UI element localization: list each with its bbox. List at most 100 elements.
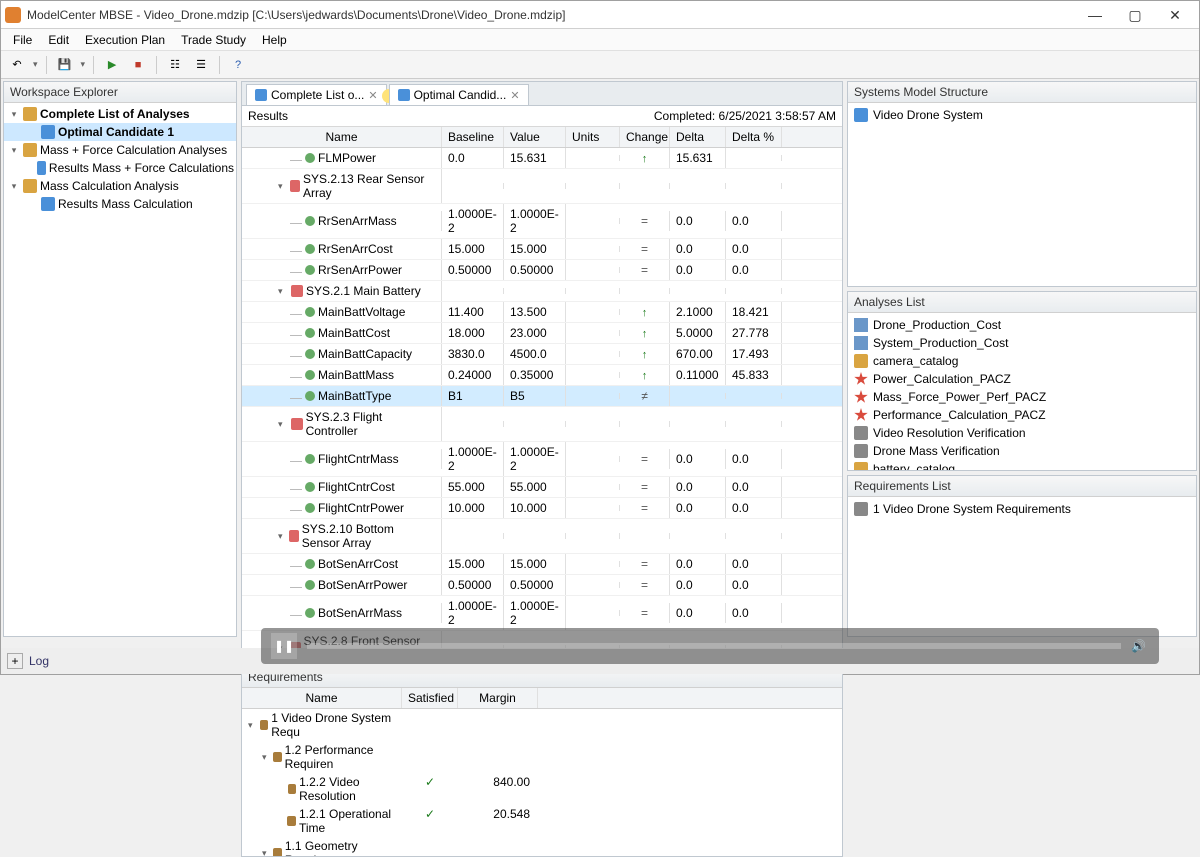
tab-label: Complete List o... xyxy=(271,88,364,102)
stop-button[interactable]: ■ xyxy=(128,55,148,75)
results-data-row[interactable]: FLMPower0.015.631↑15.631 xyxy=(242,148,842,169)
tab-icon xyxy=(398,89,410,101)
results-data-row[interactable]: MainBattMass0.240000.35000↑0.1100045.833 xyxy=(242,365,842,386)
minimize-button[interactable]: — xyxy=(1075,2,1115,28)
req-col-satisfied[interactable]: Satisfied xyxy=(402,688,458,708)
analysis-item[interactable]: battery_catalog xyxy=(852,460,1192,470)
workspace-tree[interactable]: ▾Complete List of AnalysesOptimal Candid… xyxy=(4,103,236,636)
analysis-item[interactable]: Power_Calculation_PACZ xyxy=(852,370,1192,388)
col-value[interactable]: Value xyxy=(504,127,566,147)
requirement-row[interactable]: 1.2.2 Video Resolution✓840.00 xyxy=(242,773,842,805)
tab-label: Optimal Candid... xyxy=(414,88,507,102)
menu-edit[interactable]: Edit xyxy=(40,31,77,49)
analysis-item[interactable]: Mass_Force_Power_Perf_PACZ xyxy=(852,388,1192,406)
analysis-item[interactable]: System_Production_Cost xyxy=(852,334,1192,352)
results-data-row[interactable]: MainBattTypeB1B5≠ xyxy=(242,386,842,407)
save-button[interactable]: 💾 xyxy=(55,55,75,75)
volume-icon[interactable]: 🔊 xyxy=(1131,639,1149,653)
results-data-row[interactable]: FlightCntrPower10.00010.000=0.00.0 xyxy=(242,498,842,519)
requirement-row[interactable]: ▾1.2 Performance Requiren xyxy=(242,741,842,773)
col-deltapct[interactable]: Delta % xyxy=(726,127,782,147)
reqlist-item[interactable]: 1 Video Drone System Requirements xyxy=(852,500,1192,518)
results-data-row[interactable]: MainBattCapacity3830.04500.0↑670.0017.49… xyxy=(242,344,842,365)
tab-close-icon[interactable]: ✕ xyxy=(368,89,377,102)
results-data-row[interactable]: BotSenArrPower0.500000.50000=0.00.0 xyxy=(242,575,842,596)
reqlist-item-label: 1 Video Drone System Requirements xyxy=(873,502,1071,516)
col-baseline[interactable]: Baseline xyxy=(442,127,504,147)
results-data-row[interactable]: MainBattCost18.00023.000↑5.000027.778 xyxy=(242,323,842,344)
help-button[interactable]: ? xyxy=(228,55,248,75)
results-data-row[interactable]: MainBattVoltage11.40013.500↑2.100018.421 xyxy=(242,302,842,323)
tree-row[interactable]: Results Mass Calculation xyxy=(4,195,236,213)
menu-file[interactable]: File xyxy=(5,31,40,49)
undo-button[interactable]: ↶ xyxy=(7,55,27,75)
results-data-row[interactable]: RrSenArrCost15.00015.000=0.00.0 xyxy=(242,239,842,260)
analysis-item[interactable]: Drone_Production_Cost xyxy=(852,316,1192,334)
results-data-row[interactable]: RrSenArrPower0.500000.50000=0.00.0 xyxy=(242,260,842,281)
star-icon xyxy=(854,390,868,404)
results-group-row[interactable]: ▾SYS.2.3 Flight Controller xyxy=(242,407,842,442)
menu-trade-study[interactable]: Trade Study xyxy=(173,31,254,49)
sms-title: Systems Model Structure xyxy=(848,82,1196,103)
center-column: Complete List o... ✕ Optimal Candid... ✕… xyxy=(239,79,845,639)
reqlist-body[interactable]: 1 Video Drone System Requirements xyxy=(848,497,1196,636)
chart-icon xyxy=(854,318,868,332)
menu-help[interactable]: Help xyxy=(254,31,295,49)
analysis-item[interactable]: Drone Mass Verification xyxy=(852,442,1192,460)
results-header-row: Name Baseline Value Units Change Delta D… xyxy=(242,127,842,148)
col-units[interactable]: Units xyxy=(566,127,620,147)
tool-button-1[interactable]: ☷ xyxy=(165,55,185,75)
scale-icon xyxy=(854,444,868,458)
analyses-body[interactable]: Drone_Production_CostSystem_Production_C… xyxy=(848,313,1196,470)
maximize-button[interactable]: ▢ xyxy=(1115,2,1155,28)
results-group-row[interactable]: ▾SYS.2.13 Rear Sensor Array xyxy=(242,169,842,204)
seek-bar[interactable] xyxy=(307,643,1121,649)
tab-optimal-candidate[interactable]: Optimal Candid... ✕ xyxy=(389,84,529,105)
requirement-row[interactable]: ▾1 Video Drone System Requ xyxy=(242,709,842,741)
tool-button-2[interactable]: ☰ xyxy=(191,55,211,75)
col-change[interactable]: Change xyxy=(620,127,670,147)
run-button[interactable]: ▶ xyxy=(102,55,122,75)
requirements-body[interactable]: ▾1 Video Drone System Requ▾1.2 Performan… xyxy=(242,709,842,856)
analysis-item[interactable]: camera_catalog xyxy=(852,352,1192,370)
left-column: Workspace Explorer ▾Complete List of Ana… xyxy=(1,79,239,639)
analysis-item[interactable]: Performance_Calculation_PACZ xyxy=(852,406,1192,424)
tree-row[interactable]: Optimal Candidate 1 xyxy=(4,123,236,141)
add-log-button[interactable]: + xyxy=(7,653,23,669)
toolbar: ↶▾ 💾▾ ▶ ■ ☷ ☰ ? xyxy=(1,51,1199,79)
results-data-row[interactable]: RrSenArrMass1.0000E-21.0000E-2=0.00.0 xyxy=(242,204,842,239)
req-col-margin[interactable]: Margin xyxy=(458,688,538,708)
tab-complete-list[interactable]: Complete List o... ✕ xyxy=(246,84,387,105)
col-name[interactable]: Name xyxy=(242,127,442,147)
sms-root[interactable]: Video Drone System xyxy=(852,106,1192,124)
analyses-title: Analyses List xyxy=(848,292,1196,313)
tree-row[interactable]: Results Mass + Force Calculations xyxy=(4,159,236,177)
analysis-item[interactable]: Video Resolution Verification xyxy=(852,424,1192,442)
tree-row[interactable]: ▾Mass + Force Calculation Analyses xyxy=(4,141,236,159)
app-icon xyxy=(5,7,21,23)
sms-body[interactable]: Video Drone System xyxy=(848,103,1196,286)
cat-icon xyxy=(854,354,868,368)
pause-button[interactable]: ❚❚ xyxy=(271,633,297,659)
results-data-row[interactable]: FlightCntrMass1.0000E-21.0000E-2=0.00.0 xyxy=(242,442,842,477)
menu-bar: File Edit Execution Plan Trade Study Hel… xyxy=(1,29,1199,51)
main-area: Workspace Explorer ▾Complete List of Ana… xyxy=(1,79,1199,639)
log-label[interactable]: Log xyxy=(29,654,49,668)
col-delta[interactable]: Delta xyxy=(670,127,726,147)
tree-row[interactable]: ▾Complete List of Analyses xyxy=(4,105,236,123)
results-group-row[interactable]: ▾SYS.2.1 Main Battery xyxy=(242,281,842,302)
close-button[interactable]: ✕ xyxy=(1155,2,1195,28)
tab-strip: Complete List o... ✕ Optimal Candid... ✕ xyxy=(242,82,842,106)
results-table[interactable]: Name Baseline Value Units Change Delta D… xyxy=(242,127,842,666)
tree-row[interactable]: ▾Mass Calculation Analysis xyxy=(4,177,236,195)
tab-close-icon[interactable]: ✕ xyxy=(510,89,519,102)
requirement-row[interactable]: 1.2.1 Operational Time✓20.548 xyxy=(242,805,842,837)
requirement-row[interactable]: ▾1.1 Geometry Requiremer xyxy=(242,837,842,856)
lock-icon xyxy=(854,502,868,516)
results-data-row[interactable]: BotSenArrCost15.00015.000=0.00.0 xyxy=(242,554,842,575)
menu-execution-plan[interactable]: Execution Plan xyxy=(77,31,173,49)
results-data-row[interactable]: FlightCntrCost55.00055.000=0.00.0 xyxy=(242,477,842,498)
results-group-row[interactable]: ▾SYS.2.10 Bottom Sensor Array xyxy=(242,519,842,554)
req-col-name[interactable]: Name xyxy=(242,688,402,708)
results-data-row[interactable]: BotSenArrMass1.0000E-21.0000E-2=0.00.0 xyxy=(242,596,842,631)
